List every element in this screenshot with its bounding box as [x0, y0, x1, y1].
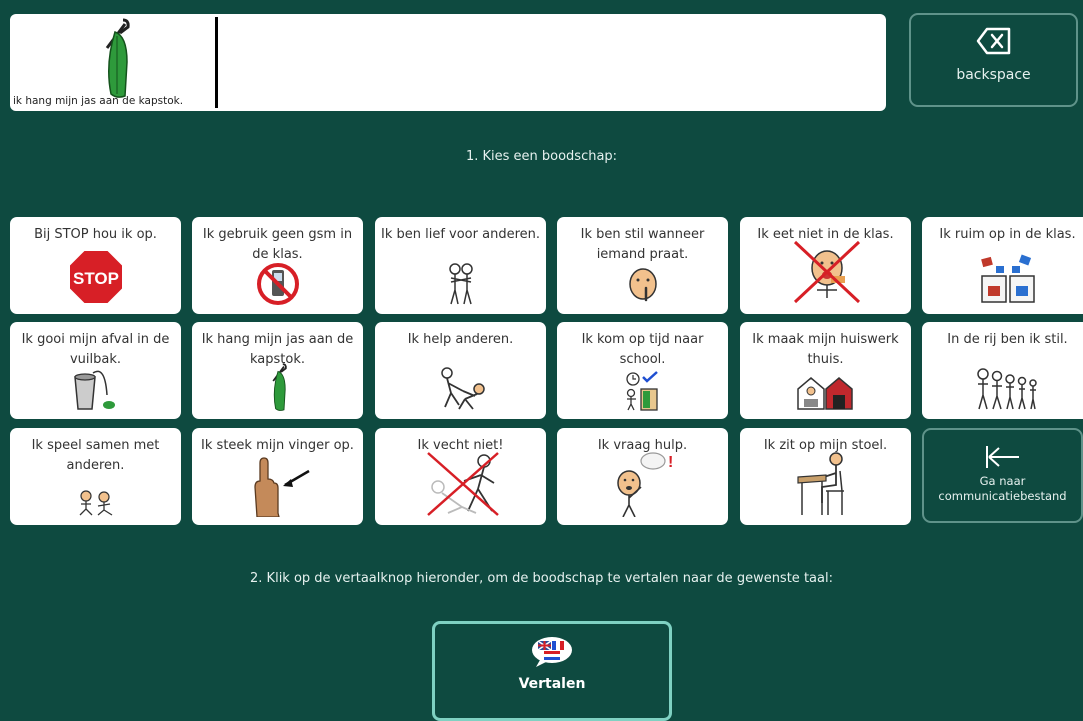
homework-icon [796, 377, 853, 410]
quiet-face-icon [628, 268, 657, 302]
no-phone-icon [256, 263, 299, 305]
svg-text:!: ! [668, 454, 673, 471]
tile-label: Ik help anderen. [407, 332, 514, 347]
message-tile[interactable]: Ik kom op tijd naar school. [557, 322, 728, 419]
message-tile[interactable]: In de rij ben ik stil. [922, 322, 1083, 419]
hug-icon [448, 263, 473, 305]
message-tile[interactable]: Ik zit op mijn stoel. [740, 428, 911, 525]
tile-label: In de rij ben ik stil. [947, 332, 1068, 347]
message-tile[interactable]: Ik gooi mijn afval in de vuilbak. [10, 322, 181, 419]
message-tile[interactable]: Ik ben lief voor anderen. [375, 217, 546, 314]
backspace-label: backspace [956, 67, 1031, 83]
message-symbol[interactable]: ik hang mijn jas aan de kapstok. [10, 14, 215, 111]
tile-label: Ik speel samen met anderen. [31, 438, 160, 473]
tile-label: Ik ruim op in de klas. [939, 227, 1076, 242]
message-tile[interactable]: Ik hang mijn jas aan de kapstok. [192, 322, 363, 419]
ask-help-icon: ! [616, 452, 673, 517]
svg-text:STOP: STOP [73, 269, 119, 288]
message-tile[interactable]: Bij STOP hou ik op. STOP [10, 217, 181, 314]
coat-hanger-icon [105, 18, 130, 98]
translate-button[interactable]: Vertalen [432, 621, 672, 721]
tile-label: Ik steek mijn vinger op. [201, 438, 354, 453]
message-tile[interactable]: Ik help anderen. [375, 322, 546, 419]
goto-label-line1: Ga naar [979, 474, 1026, 488]
translate-label: Vertalen [518, 676, 586, 692]
tile-label: Ik ben lief voor anderen. [380, 227, 540, 242]
sit-chair-icon [796, 452, 844, 515]
stop-sign-icon: STOP [67, 249, 124, 305]
tile-label: Ik maak mijn huiswerk thuis. [752, 332, 899, 367]
trash-bin-icon [73, 370, 115, 410]
tile-label: Ik gebruik geen gsm in de klas. [202, 227, 353, 262]
message-tile[interactable]: Ik ruim op in de klas. [922, 217, 1083, 314]
line-up-icon [976, 368, 1037, 410]
instruction-step2: 2. Klik op de vertaalknop hieronder, om … [250, 571, 833, 586]
translate-flags-icon [532, 637, 572, 667]
tidy-bins-icon [980, 254, 1035, 303]
tile-label: Ik kom op tijd naar school. [581, 332, 704, 367]
backspace-button[interactable]: backspace [909, 13, 1078, 107]
raise-finger-icon [253, 457, 310, 517]
message-tile[interactable]: Ik gebruik geen gsm in de klas. [192, 217, 363, 314]
message-tile[interactable]: Ik speel samen met anderen. [10, 428, 181, 525]
goto-label-line2: communicatiebestand [938, 489, 1067, 503]
message-tile[interactable]: Ik maak mijn huiswerk thuis. [740, 322, 911, 419]
tile-label: Ik ben stil wanneer iemand praat. [580, 227, 705, 262]
message-tile[interactable]: Ik ben stil wanneer iemand praat. [557, 217, 728, 314]
message-bar: ik hang mijn jas aan de kapstok. [10, 14, 886, 111]
text-cursor [215, 17, 218, 108]
backspace-icon [976, 27, 1010, 55]
helping-icon [440, 367, 485, 410]
message-tile[interactable]: Ik vraag hulp. ! [557, 428, 728, 525]
goto-communication-file-button[interactable]: Ga naar communicatiebestand [922, 428, 1083, 523]
arrow-left-icon [985, 446, 1019, 468]
message-text: ik hang mijn jas aan de kapstok. [13, 95, 184, 107]
message-tile[interactable]: Ik vecht niet! [375, 428, 546, 525]
coat-hanger-icon [271, 363, 287, 411]
play-together-icon [79, 490, 112, 516]
tile-label: Bij STOP hou ik op. [34, 227, 157, 242]
instruction-step1: 1. Kies een boodschap: [465, 149, 618, 164]
message-tile[interactable]: Ik eet niet in de klas. [740, 217, 911, 314]
on-time-icon [625, 371, 658, 411]
message-tile[interactable]: Ik steek mijn vinger op. [192, 428, 363, 525]
no-fighting-icon [426, 452, 499, 516]
tile-label: Ik gooi mijn afval in de vuilbak. [21, 332, 170, 367]
no-eating-icon [793, 240, 860, 304]
